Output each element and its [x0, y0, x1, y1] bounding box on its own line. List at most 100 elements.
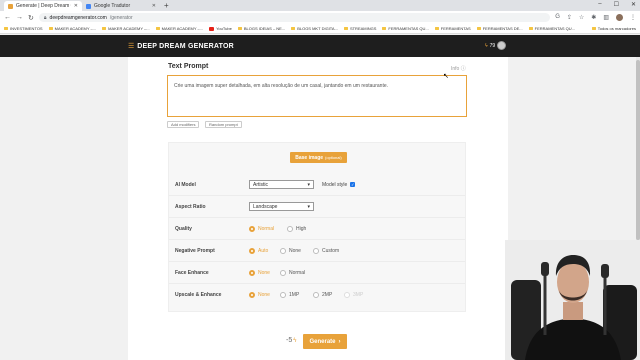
- window-controls: – ☐ ✕: [598, 1, 636, 8]
- quality-label: Quality: [175, 225, 192, 232]
- upscale-3mp-radio: 3MP: [344, 292, 363, 298]
- bookmark-star-icon[interactable]: ☆: [579, 14, 584, 21]
- negative-auto-radio[interactable]: Auto: [249, 247, 268, 254]
- site-header: ☰ DEEP DREAM GENERATOR ϟ 79: [0, 35, 640, 57]
- browser-tab-strip: Generate | Deep Dream Generator ✕ Google…: [0, 0, 640, 11]
- bookmark-item[interactable]: BLOGS IDEIAS – NE...: [237, 26, 285, 31]
- folder-icon: [237, 27, 242, 30]
- back-icon[interactable]: ←: [4, 14, 11, 21]
- help-circle-icon: ⓘ: [460, 66, 466, 72]
- share-icon[interactable]: ⇪: [567, 14, 572, 21]
- model-style-checkbox[interactable]: Model style ✓: [322, 182, 356, 188]
- negative-prompt-label: Negative Prompt: [175, 247, 215, 254]
- upscale-none-radio[interactable]: None: [249, 292, 270, 298]
- upscale-label: Upscale & Enhance: [175, 292, 222, 298]
- energy-credits[interactable]: ϟ 79: [485, 41, 507, 50]
- folder-icon: [343, 27, 348, 30]
- lightning-icon: ϟ: [293, 337, 297, 344]
- bookmark-item[interactable]: STREAMINGS: [343, 26, 376, 31]
- address-bar: ← → ↻ 🔒︎ deepdreamgenerator.com/generato…: [0, 11, 640, 24]
- chevron-down-icon: ▾: [307, 203, 310, 210]
- ai-model-label: AI Model: [175, 181, 196, 188]
- browser-toolbar: G ⇪ ☆ ✱ ▥ ⋮: [555, 14, 636, 21]
- folder-icon: [382, 27, 387, 30]
- aspect-ratio-select[interactable]: Landscape ▾: [249, 202, 314, 211]
- close-tab-icon[interactable]: ✕: [74, 3, 78, 9]
- extensions-icon[interactable]: ✱: [591, 14, 596, 21]
- negative-custom-radio[interactable]: Custom: [313, 247, 339, 254]
- google-translate-favicon-icon: [86, 3, 91, 9]
- generator-panel: Text Prompt Info ⓘ Crie uma imagem super…: [128, 57, 508, 360]
- profile-avatar[interactable]: [616, 14, 623, 21]
- bookmark-item[interactable]: FERRAMENTAS DE...: [476, 26, 523, 31]
- upscale-1mp-radio[interactable]: 1MP: [280, 292, 299, 298]
- sidepanel-icon[interactable]: ▥: [603, 14, 609, 21]
- presenter-video-icon: [505, 240, 640, 360]
- folder-icon: [528, 27, 533, 30]
- face-normal-radio[interactable]: Normal: [280, 269, 305, 276]
- close-window-icon[interactable]: ✕: [631, 1, 636, 8]
- face-none-radio[interactable]: None: [249, 269, 270, 276]
- base-image-button[interactable]: Base image (optional): [290, 152, 347, 163]
- bookmark-item[interactable]: MAKER ACADEMY –...: [102, 26, 150, 31]
- add-modifiers-button[interactable]: Add modifiers: [167, 121, 200, 128]
- upscale-row: Upscale & Enhance None 1MP 2MP 3MP: [169, 284, 465, 306]
- info-link[interactable]: Info ⓘ: [451, 65, 466, 72]
- close-tab-icon[interactable]: ✕: [152, 3, 156, 9]
- credits-count: 79: [489, 42, 496, 49]
- lock-icon: 🔒︎: [43, 14, 47, 21]
- new-tab-icon[interactable]: +: [164, 1, 169, 11]
- bookmark-item[interactable]: FERRAMENTAS QU...: [528, 26, 575, 31]
- text-prompt-label: Text Prompt: [168, 63, 209, 70]
- lightning-icon: ϟ: [485, 42, 488, 49]
- quality-high-radio[interactable]: High: [287, 225, 306, 232]
- bookmark-item[interactable]: INVESTIMENTOS: [4, 26, 43, 31]
- random-prompt-button[interactable]: Random prompt: [205, 121, 242, 128]
- ai-model-row: AI Model Artistic ▾ Model style ✓: [169, 174, 465, 196]
- bookmark-item[interactable]: FERRAMENTAS QU...: [382, 26, 429, 31]
- bookmark-item[interactable]: BLOGS MKT DIGITA...: [291, 26, 338, 31]
- maximize-icon[interactable]: ☐: [614, 1, 619, 8]
- ai-model-select[interactable]: Artistic ▾: [249, 180, 314, 189]
- negative-prompt-row: Negative Prompt Auto None Custom: [169, 240, 465, 262]
- quality-normal-radio[interactable]: Normal: [249, 225, 274, 232]
- bookmarks-bar: INVESTIMENTOS MAKER ACADEMY –... MAKER A…: [0, 24, 640, 34]
- google-icon[interactable]: G: [555, 14, 560, 21]
- aspect-ratio-label: Aspect Ratio: [175, 203, 206, 210]
- tab-title: Generate | Deep Dream Generator: [16, 3, 71, 9]
- bookmark-item[interactable]: YouTube: [209, 26, 232, 31]
- folder-icon: [4, 27, 8, 30]
- quality-row: Quality Normal High: [169, 218, 465, 240]
- all-bookmarks[interactable]: Todos os marcadores: [591, 26, 636, 31]
- folder-icon: [155, 27, 160, 30]
- folder-icon: [291, 27, 296, 30]
- bookmark-item[interactable]: MAKER ACADEMY –...: [48, 26, 96, 31]
- energy-cost: -5 ϟ: [286, 337, 297, 344]
- tab-google-translate[interactable]: Google Tradutor ✕: [82, 1, 160, 11]
- tab-deep-dream[interactable]: Generate | Deep Dream Generator ✕: [4, 1, 82, 11]
- scrollbar-thumb[interactable]: [636, 60, 640, 240]
- folder-icon: [591, 27, 596, 30]
- forward-icon[interactable]: →: [16, 14, 23, 21]
- site-logo[interactable]: DEEP DREAM GENERATOR: [137, 43, 234, 50]
- bookmark-item[interactable]: MAKER ACADEMY –...: [155, 26, 203, 31]
- tab-title: Google Tradutor: [94, 3, 131, 9]
- checkbox-checked-icon: ✓: [350, 182, 356, 187]
- negative-none-radio[interactable]: None: [280, 247, 301, 254]
- upscale-2mp-radio[interactable]: 2MP: [313, 292, 332, 298]
- hamburger-menu-icon[interactable]: ☰: [128, 42, 134, 50]
- url-input[interactable]: 🔒︎ deepdreamgenerator.com/generator: [38, 13, 551, 22]
- chevron-right-icon: ›: [338, 338, 341, 345]
- prompt-textarea[interactable]: Crie uma imagem super detalhada, em alta…: [167, 75, 467, 117]
- mouse-cursor-icon: ↖: [443, 73, 449, 80]
- reload-icon[interactable]: ↻: [28, 14, 34, 22]
- minimize-icon[interactable]: –: [598, 1, 601, 8]
- user-avatar[interactable]: [497, 41, 507, 50]
- face-enhance-row: Face Enhance None Normal: [169, 262, 465, 284]
- face-enhance-label: Face Enhance: [175, 269, 209, 276]
- menu-icon[interactable]: ⋮: [630, 14, 636, 21]
- webcam-overlay: [505, 240, 640, 360]
- url-host: deepdreamgenerator.com: [49, 14, 107, 21]
- generate-button[interactable]: Generate ›: [303, 334, 347, 349]
- bookmark-item[interactable]: FERRAMENTAS: [434, 26, 471, 31]
